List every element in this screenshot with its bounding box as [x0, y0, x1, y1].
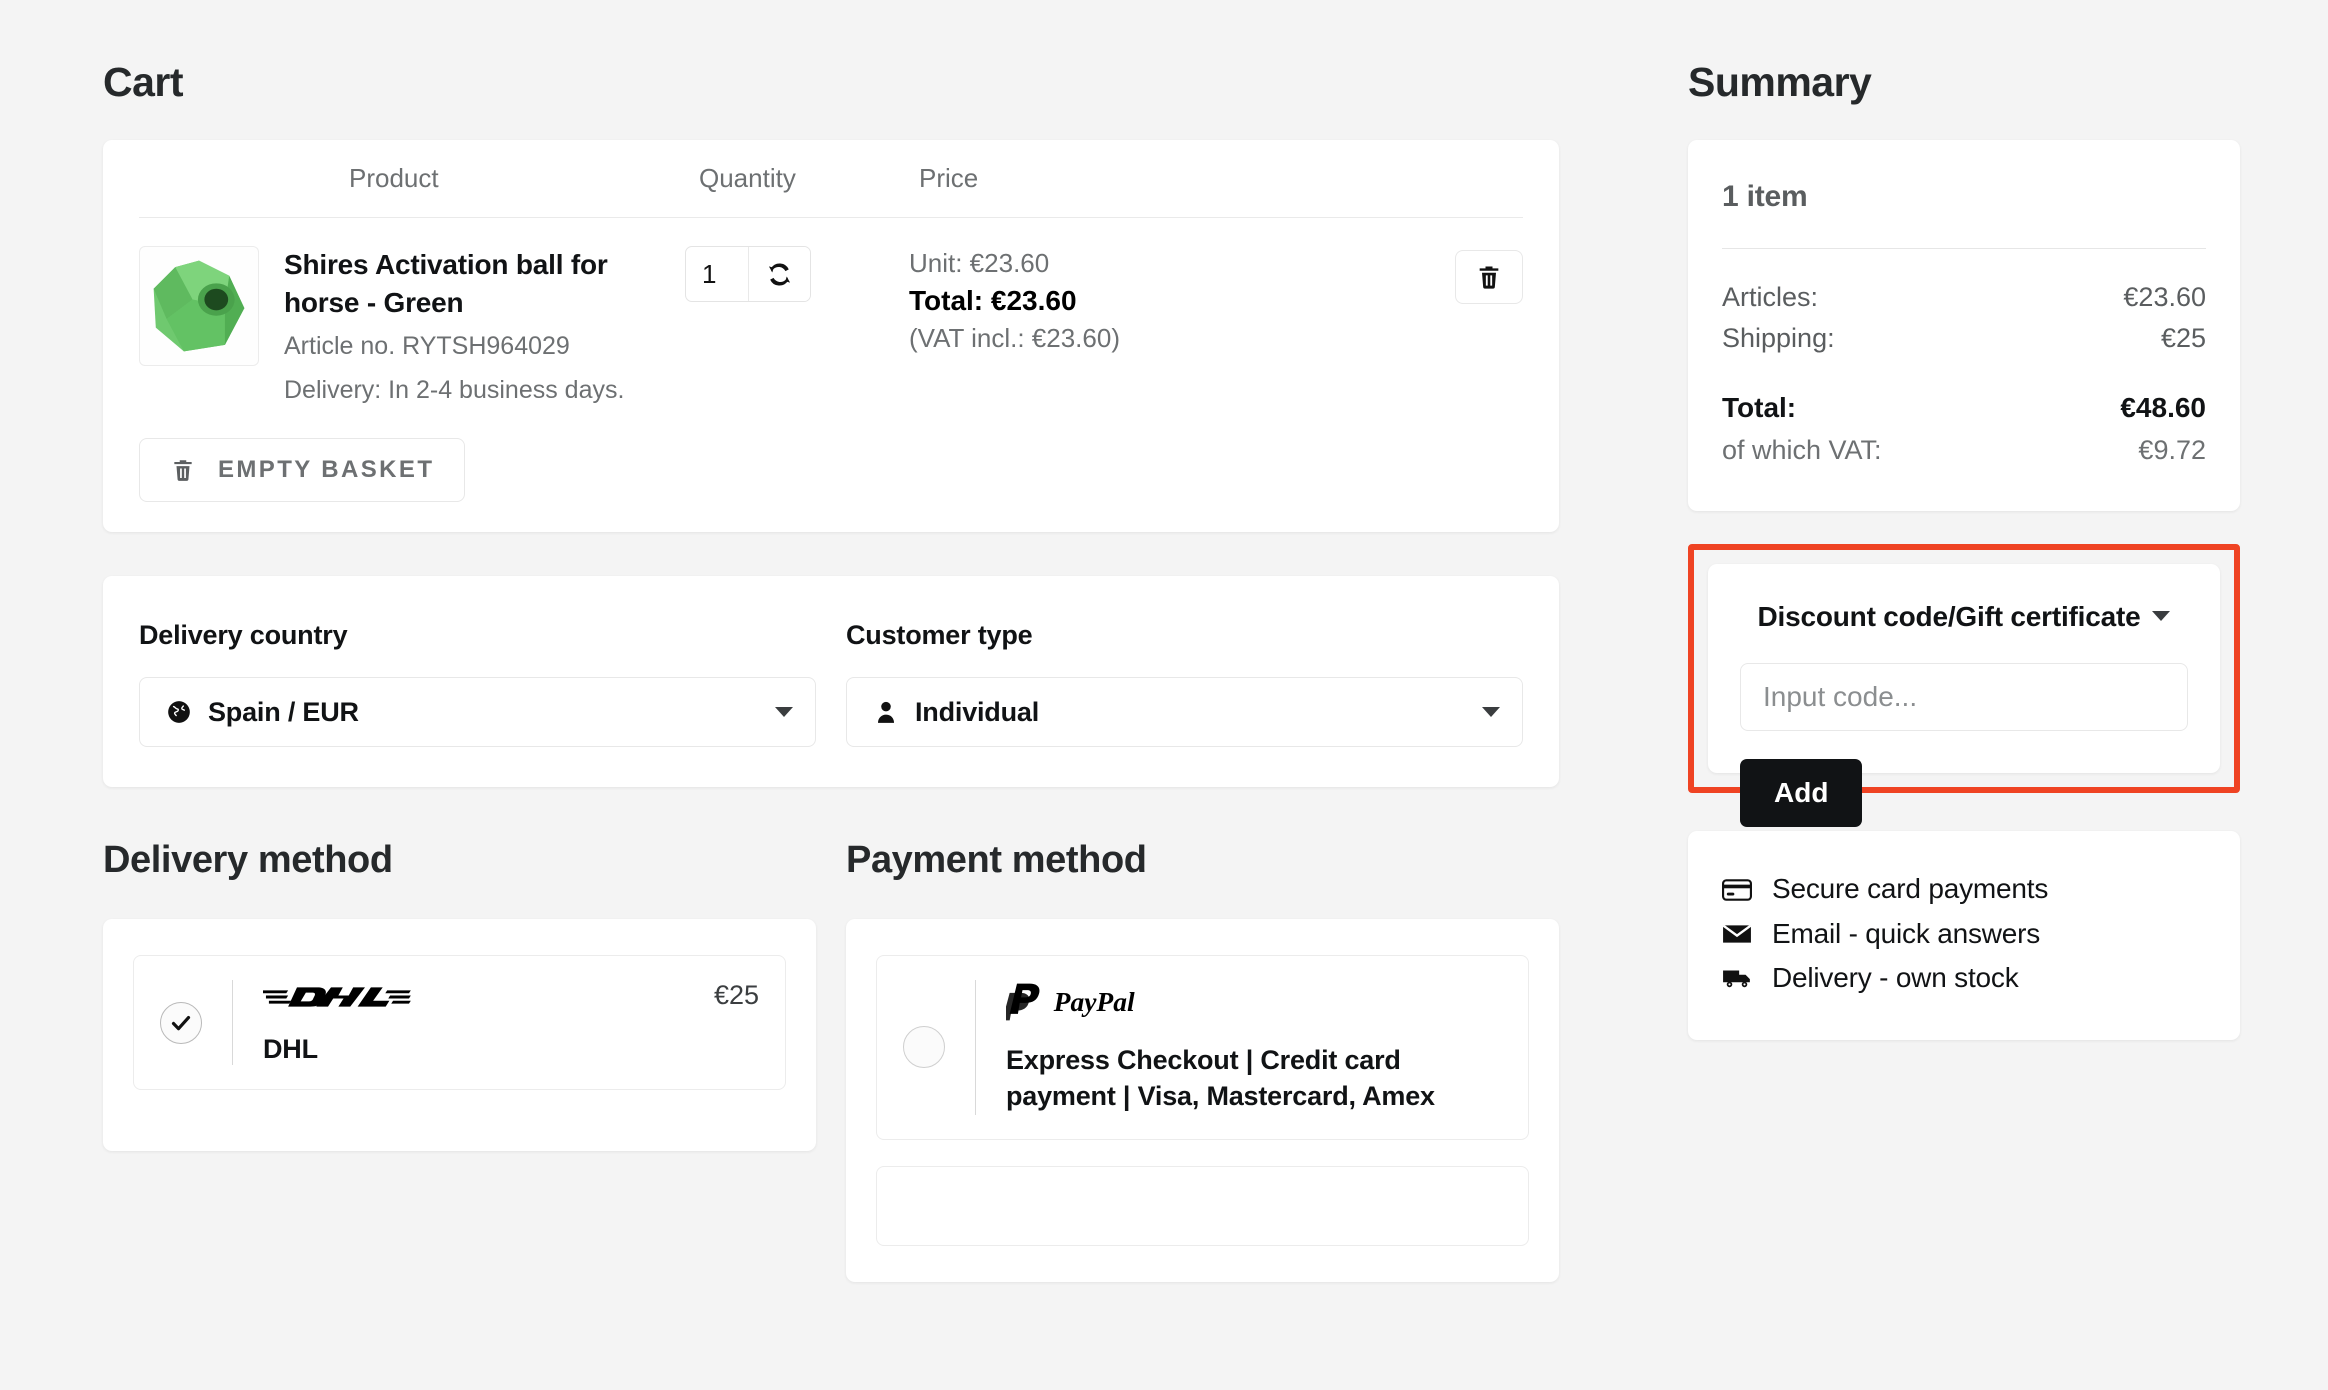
- customer-type-label: Customer type: [846, 620, 1033, 651]
- cart-card: Product Quantity Price Shires Activation…: [103, 140, 1559, 533]
- product-delivery-time: Delivery: In 2-4 business days.: [284, 375, 625, 404]
- unit-price: Unit: €23.60: [909, 248, 1050, 278]
- delivery-country-label: Delivery country: [139, 620, 348, 651]
- payment-method-card: PayPal Express Checkout | Credit card pa…: [846, 919, 1559, 1282]
- summary-shipping-label: Shipping:: [1722, 323, 1835, 354]
- summary-row-articles: Articles: €23.60: [1722, 277, 2206, 318]
- update-quantity-button[interactable]: [748, 247, 810, 301]
- divider: [1722, 248, 2206, 249]
- trust-label: Secure card payments: [1772, 873, 2049, 905]
- discount-code-input[interactable]: [1740, 663, 2188, 732]
- methods-section: Delivery method €25 DHL Payment method P…: [103, 839, 1559, 1282]
- product-info: Shires Activation ball for horse - Green…: [259, 246, 679, 408]
- add-discount-button[interactable]: Add: [1740, 759, 1863, 828]
- payment-method-column: Payment method PayPal Express Checkout |…: [846, 839, 1559, 1282]
- vat-note: (VAT incl.: €23.60): [909, 322, 1120, 353]
- total-price: Total: €23.60: [909, 284, 1077, 316]
- summary-item-count: 1 item: [1722, 180, 1808, 213]
- customer-type-value: Individual: [915, 696, 1040, 727]
- price-block: Unit: €23.60 Total: €23.60 (VAT incl.: €…: [885, 246, 1455, 356]
- column-header-quantity: Quantity: [699, 163, 796, 193]
- dhl-logo-icon: [263, 987, 411, 1007]
- check-icon: [171, 1015, 191, 1030]
- cart-column: Cart Product Quantity Price Shires Activ…: [0, 0, 1660, 1390]
- summary-row-shipping: Shipping: €25: [1722, 318, 2206, 359]
- summary-articles-label: Articles:: [1722, 282, 1819, 312]
- empty-basket-button[interactable]: EMPTY BASKET: [139, 438, 466, 503]
- trust-item-email: Email - quick answers: [1722, 912, 2206, 956]
- delivery-method-card: €25 DHL: [103, 919, 816, 1152]
- delivery-method-title: Delivery method: [103, 839, 393, 882]
- trash-icon: [174, 460, 192, 481]
- product-article-no: Article no. RYTSH964029: [284, 332, 570, 361]
- checkout-page: Cart Product Quantity Price Shires Activ…: [0, 0, 2328, 1390]
- delivery-option-price: €25: [713, 980, 759, 1011]
- delivery-option-name: DHL: [263, 1034, 318, 1065]
- paypal-logo-icon: PayPal: [1006, 983, 1135, 1021]
- chevron-down-icon: [2152, 611, 2171, 622]
- discount-card: Discount code/Gift certificate Add: [1708, 563, 2220, 828]
- column-header-product: Product: [349, 163, 439, 193]
- delivery-country-select[interactable]: Spain / EUR: [139, 677, 816, 748]
- discount-highlight-box: Discount code/Gift certificate Add: [1688, 543, 2240, 828]
- trust-label: Email - quick answers: [1772, 917, 2041, 949]
- payment-option-body: PayPal Express Checkout | Credit card pa…: [1006, 980, 1502, 1115]
- person-icon: [877, 701, 895, 723]
- trust-item-delivery: Delivery - own stock: [1722, 956, 2206, 1000]
- empty-basket-label: EMPTY BASKET: [218, 456, 435, 484]
- globe-icon: [168, 701, 190, 723]
- delivery-country-field: Delivery country Spain / EUR: [139, 620, 816, 748]
- credit-card-icon: [1722, 878, 1752, 901]
- delivery-option-radio[interactable]: [160, 1001, 202, 1044]
- payment-option-paypal[interactable]: PayPal Express Checkout | Credit card pa…: [876, 955, 1529, 1140]
- product-name[interactable]: Shires Activation ball for horse - Green: [284, 246, 679, 321]
- summary-title: Summary: [1688, 59, 1872, 105]
- cart-item-row: Shires Activation ball for horse - Green…: [103, 218, 1559, 408]
- customer-type-select[interactable]: Individual: [846, 677, 1523, 748]
- trust-badges-card: Secure card payments Email - quick answe…: [1688, 831, 2240, 1041]
- truck-icon: [1723, 970, 1750, 988]
- cart-table-header: Product Quantity Price: [139, 140, 1523, 218]
- chevron-down-icon: [775, 707, 793, 718]
- summary-shipping-value: €25: [2160, 323, 2206, 354]
- trust-label: Delivery - own stock: [1772, 961, 2019, 993]
- summary-card: 1 item Articles: €23.60 Shipping: €25 To…: [1688, 140, 2240, 511]
- divider: [232, 980, 233, 1066]
- quantity-control: [685, 246, 885, 302]
- summary-total-value: €48.60: [2120, 392, 2206, 424]
- remove-item-button[interactable]: [1455, 250, 1523, 304]
- summary-total-label: Total:: [1722, 392, 1797, 424]
- quantity-input[interactable]: [686, 247, 748, 301]
- refresh-icon: [768, 262, 791, 286]
- delivery-option-dhl[interactable]: €25 DHL: [133, 955, 786, 1091]
- summary-row-total: Total: €48.60: [1722, 387, 2206, 430]
- summary-vat-label: of which VAT:: [1722, 434, 1882, 465]
- payment-option-description: Express Checkout | Credit card payment |…: [1006, 1045, 1435, 1112]
- customer-type-field: Customer type Individual: [846, 620, 1523, 748]
- delivery-option-body: €25 DHL: [263, 980, 759, 1065]
- discount-title[interactable]: Discount code/Gift certificate: [1740, 598, 2188, 636]
- trust-item-secure-payments: Secure card payments: [1722, 867, 2206, 911]
- column-header-price: Price: [919, 163, 979, 193]
- summary-column: Summary 1 item Articles: €23.60 Shipping…: [1660, 0, 2328, 1390]
- summary-row-vat: of which VAT: €9.72: [1722, 430, 2206, 471]
- delivery-options-card: Delivery country Spain / EUR Customer ty…: [103, 576, 1559, 788]
- activation-ball-image: [153, 260, 245, 352]
- page-title: Cart: [103, 59, 184, 105]
- discount-title-label: Discount code/Gift certificate: [1757, 600, 2141, 632]
- payment-method-title: Payment method: [846, 839, 1147, 882]
- payment-option-radio[interactable]: [903, 1026, 945, 1069]
- divider: [975, 980, 976, 1115]
- product-thumbnail[interactable]: [139, 246, 259, 366]
- payment-option-secondary[interactable]: [876, 1165, 1529, 1246]
- summary-vat-value: €9.72: [2138, 434, 2206, 465]
- trash-icon: [1479, 266, 1499, 289]
- envelope-icon: [1722, 924, 1752, 943]
- chevron-down-icon: [1482, 707, 1500, 718]
- delivery-method-column: Delivery method €25 DHL: [103, 839, 816, 1282]
- svg-text:PayPal: PayPal: [1053, 986, 1135, 1017]
- delivery-country-value: Spain / EUR: [208, 696, 359, 727]
- summary-articles-value: €23.60: [2123, 282, 2206, 312]
